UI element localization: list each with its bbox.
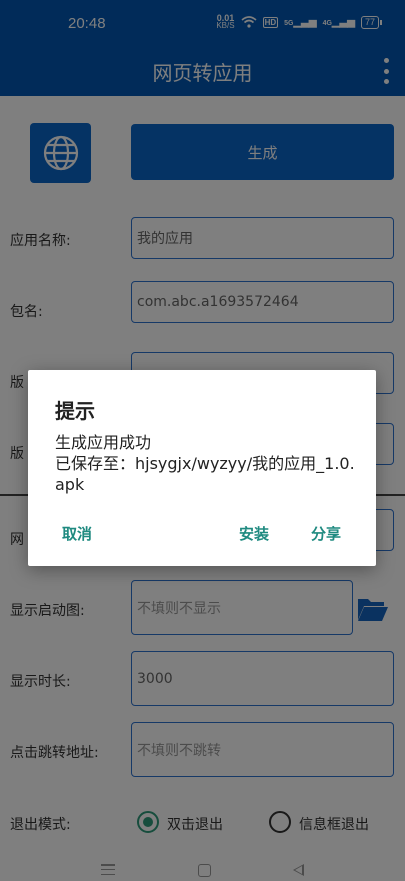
cancel-button[interactable]: 取消 [62, 523, 92, 544]
share-button[interactable]: 分享 [311, 523, 341, 544]
dialog-message-line-1: 生成应用成功 [55, 433, 152, 452]
dialog-message: 生成应用成功 已保存至：hjsygjx/wyzyy/我的应用_1.0.apk [55, 432, 355, 495]
alert-dialog: 提示 生成应用成功 已保存至：hjsygjx/wyzyy/我的应用_1.0.ap… [28, 370, 376, 566]
dialog-title: 提示 [55, 399, 95, 423]
dialog-message-line-2: 已保存至：hjsygjx/wyzyy/我的应用_1.0.apk [55, 454, 355, 494]
install-button[interactable]: 安装 [239, 523, 269, 544]
